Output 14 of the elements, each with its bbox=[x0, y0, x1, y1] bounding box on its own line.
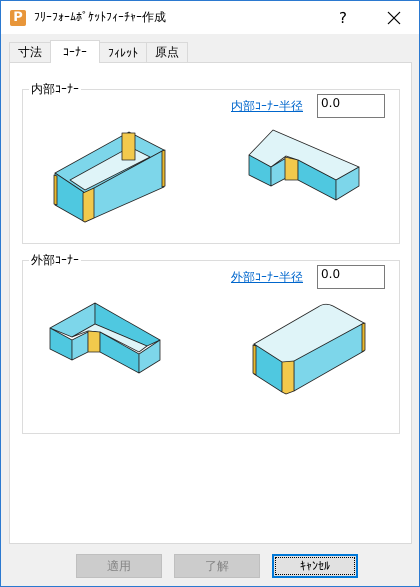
radius-link[interactable]: 外部ｺｰﾅｰ半径 bbox=[231, 268, 303, 286]
help-button[interactable]: ? bbox=[339, 8, 347, 26]
radius-field[interactable]: 0.0 bbox=[317, 265, 385, 289]
radius-field[interactable]: 0.0 bbox=[317, 94, 385, 118]
app-logo: P bbox=[10, 10, 26, 26]
tab[interactable]: 原点 bbox=[146, 42, 188, 62]
tab[interactable]: 寸法 bbox=[9, 42, 51, 62]
group-title: 内部ｺｰﾅｰ bbox=[29, 82, 81, 96]
radius-link[interactable]: 内部ｺｰﾅｰ半径 bbox=[231, 98, 303, 114]
dialog-button[interactable]: ｷｬﾝｾﾙ bbox=[272, 554, 358, 578]
window-title: ﾌﾘｰﾌｫｰﾑﾎﾟｹｯﾄﾌｨｰﾁｬｰ作成 bbox=[34, 9, 167, 26]
tab[interactable]: ｺｰﾅｰ bbox=[50, 40, 100, 63]
close-icon[interactable] bbox=[387, 10, 401, 24]
group-title: 外部ｺｰﾅｰ bbox=[29, 253, 81, 267]
